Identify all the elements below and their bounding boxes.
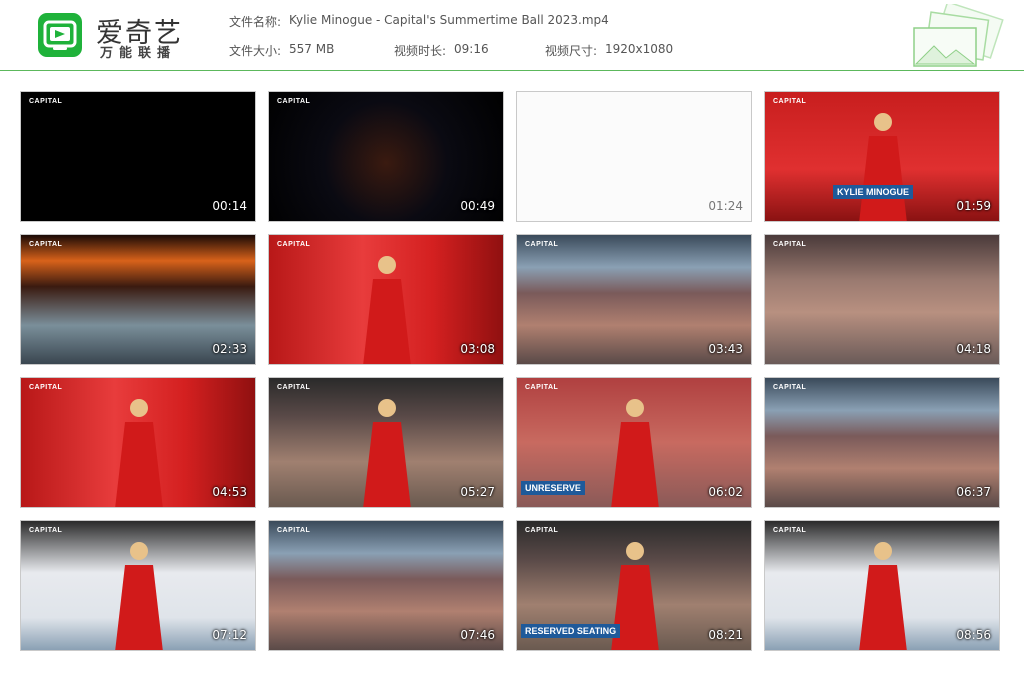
capital-logo-watermark: CAPITAL <box>525 384 559 391</box>
video-thumbnail[interactable]: RESERVED SEATING CAPITAL 08:21 <box>516 520 752 651</box>
video-thumbnail[interactable]: CAPITAL 03:08 <box>268 234 504 365</box>
photo-stack-icon <box>913 4 1004 67</box>
thumbnail-timestamp: 08:21 <box>708 628 743 642</box>
thumbnail-timestamp: 00:49 <box>460 199 495 213</box>
capital-logo-watermark: CAPITAL <box>277 384 311 391</box>
video-thumbnail[interactable]: CAPITAL 05:27 <box>268 377 504 508</box>
video-thumbnail[interactable]: CAPITAL 03:43 <box>516 234 752 365</box>
capital-logo-watermark: CAPITAL <box>29 527 63 534</box>
capital-logo-watermark: CAPITAL <box>277 241 311 248</box>
capital-logo-watermark: CAPITAL <box>277 98 311 105</box>
capital-logo-watermark: CAPITAL <box>277 527 311 534</box>
video-thumbnail[interactable]: CAPITAL 00:14 <box>20 91 256 222</box>
video-thumbnail[interactable]: CAPITAL 02:33 <box>20 234 256 365</box>
file-size-value: 557 MB <box>289 42 335 56</box>
video-thumbnail[interactable]: KYLIE MINOGUE CAPITAL 01:59 <box>764 91 1000 222</box>
capital-logo-watermark: CAPITAL <box>773 241 807 248</box>
thumbnail-timestamp: 01:59 <box>956 199 991 213</box>
iqiyi-tv-logo-icon <box>38 13 82 57</box>
file-size-label: 文件大小: <box>229 44 282 58</box>
thumbnail-timestamp: 04:18 <box>956 342 991 356</box>
resolution-label: 视频尺寸: <box>545 44 598 58</box>
capital-logo-watermark: CAPITAL <box>773 384 807 391</box>
thumbnail-grid: CAPITAL 00:14 CAPITAL 00:49 01:24 KYLIE MINOG… <box>20 91 1004 653</box>
thumbnail-timestamp: 07:12 <box>212 628 247 642</box>
file-name-label: 文件名称: <box>229 15 282 29</box>
video-thumbnail[interactable]: 01:24 <box>516 91 752 222</box>
video-thumbnail[interactable]: CAPITAL 07:46 <box>268 520 504 651</box>
header-divider <box>0 70 1024 71</box>
duration-value: 09:16 <box>454 42 489 56</box>
overlay-caption: UNRESERVE <box>521 481 585 495</box>
thumbnail-timestamp: 06:37 <box>956 485 991 499</box>
capital-logo-watermark: CAPITAL <box>29 384 63 391</box>
thumbnail-timestamp: 07:46 <box>460 628 495 642</box>
brand-subtitle: 万能联播 <box>100 46 177 61</box>
thumbnail-timestamp: 05:27 <box>460 485 495 499</box>
capital-logo-watermark: CAPITAL <box>773 527 807 534</box>
capital-logo-watermark: CAPITAL <box>525 241 559 248</box>
thumbnail-timestamp: 02:33 <box>212 342 247 356</box>
video-thumbnail[interactable]: CAPITAL 00:49 <box>268 91 504 222</box>
video-thumbnail[interactable]: CAPITAL 04:18 <box>764 234 1000 365</box>
thumbnail-timestamp: 04:53 <box>212 485 247 499</box>
video-thumbnail[interactable]: CAPITAL 08:56 <box>764 520 1000 651</box>
overlay-caption: RESERVED SEATING <box>521 624 621 638</box>
thumbnail-timestamp: 00:14 <box>212 199 247 213</box>
thumbnail-timestamp: 03:43 <box>708 342 743 356</box>
overlay-caption: KYLIE MINOGUE <box>833 185 914 199</box>
capital-logo-watermark: CAPITAL <box>773 98 807 105</box>
thumbnail-timestamp: 03:08 <box>460 342 495 356</box>
thumbnail-timestamp: 08:56 <box>956 628 991 642</box>
capital-logo-watermark: CAPITAL <box>29 241 63 248</box>
resolution-value: 1920x1080 <box>605 42 674 56</box>
capital-logo-watermark: CAPITAL <box>525 527 559 534</box>
thumbnail-timestamp: 01:24 <box>708 199 743 213</box>
video-thumbnail[interactable]: CAPITAL 04:53 <box>20 377 256 508</box>
capital-logo-watermark: CAPITAL <box>29 98 63 105</box>
video-thumbnail[interactable]: UNRESERVE CAPITAL 06:02 <box>516 377 752 508</box>
thumbnail-timestamp: 06:02 <box>708 485 743 499</box>
file-name-value: Kylie Minogue - Capital's Summertime Bal… <box>289 13 609 27</box>
video-thumbnail[interactable]: CAPITAL 06:37 <box>764 377 1000 508</box>
header: 爱奇艺 万能联播 文件名称: Kylie Minogue - Capital's… <box>0 0 1024 70</box>
duration-label: 视频时长: <box>394 44 447 58</box>
video-thumbnail[interactable]: CAPITAL 07:12 <box>20 520 256 651</box>
